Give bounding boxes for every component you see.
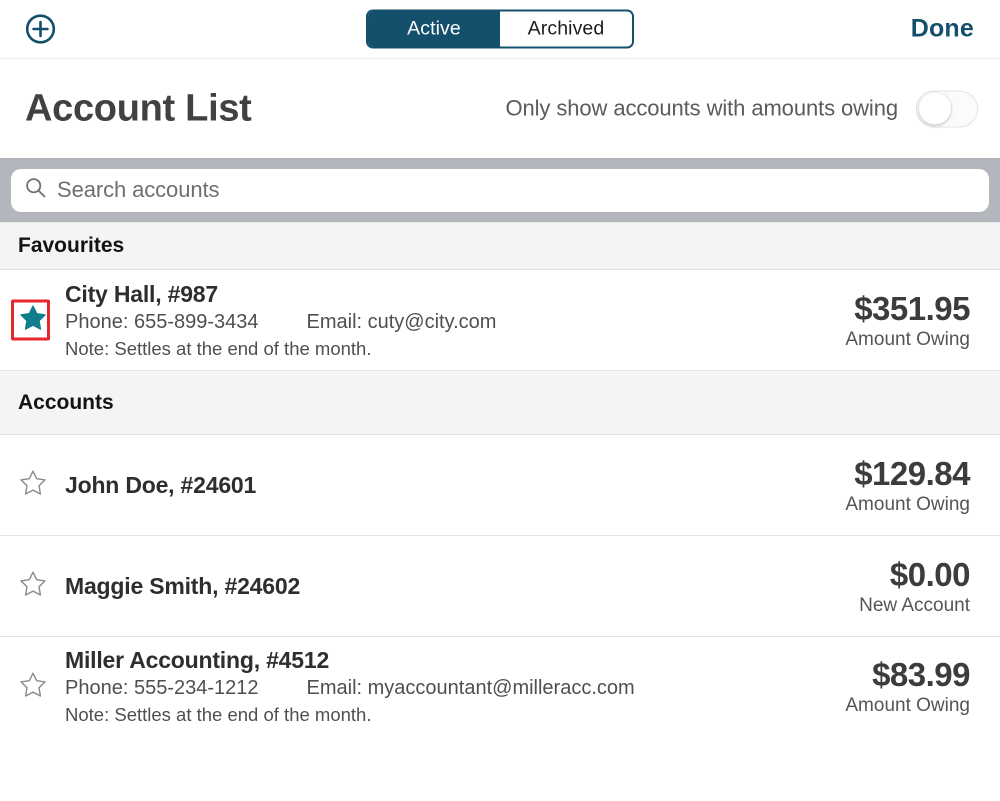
tab-active[interactable]: Active: [368, 11, 500, 47]
search-placeholder-text: Search accounts: [57, 177, 220, 202]
contact-line: Phone: 555-234-1212 Email: myaccountant@…: [65, 677, 760, 700]
account-amount-label: New Account: [859, 594, 970, 616]
table-row[interactable]: John Doe, #24601 $129.84 Amount Owing: [0, 435, 1000, 535]
account-details: Maggie Smith, #24602: [65, 573, 760, 600]
account-amount-label: Amount Owing: [845, 493, 970, 515]
favourite-toggle-miller-accounting[interactable]: [0, 672, 65, 702]
account-amount: $351.95: [854, 289, 970, 327]
account-phone: Phone: 555-234-1212: [65, 677, 259, 699]
favourite-toggle-maggie-smith[interactable]: [0, 571, 65, 601]
amounts-owing-filter[interactable]: Only show accounts with amounts owing: [505, 90, 978, 127]
account-phone: Phone: 655-899-3434: [65, 310, 259, 333]
tab-archived[interactable]: Archived: [500, 11, 632, 47]
table-row[interactable]: Miller Accounting, #4512 Phone: 555-234-…: [0, 636, 1000, 736]
page-title: Account List: [25, 87, 252, 129]
account-name: Maggie Smith, #24602: [65, 572, 301, 599]
done-button[interactable]: Done: [911, 15, 974, 44]
account-details: John Doe, #24601: [65, 472, 760, 499]
account-amount: $0.00: [889, 555, 971, 593]
account-amount: $83.99: [872, 656, 970, 693]
account-name: Miller Accounting, #4512: [65, 647, 330, 673]
plus-circle-icon: [25, 14, 56, 45]
tab-active-label: Active: [407, 17, 461, 40]
star-filled-icon: [19, 305, 46, 335]
section-header-accounts: Accounts: [0, 370, 1000, 435]
toggle-knob: [919, 92, 951, 125]
contact-line: Phone: 655-899-3434 Email: cuty@city.com: [65, 311, 760, 334]
search-input[interactable]: Search accounts: [11, 168, 989, 212]
account-amount-cell: $83.99 Amount Owing: [760, 656, 1000, 717]
amounts-owing-filter-label: Only show accounts with amounts owing: [505, 95, 899, 121]
add-account-button[interactable]: [25, 14, 56, 45]
account-name: City Hall, #987: [65, 280, 218, 307]
table-row[interactable]: Maggie Smith, #24602 $0.00 New Account: [0, 535, 1000, 636]
account-amount-label: Amount Owing: [845, 328, 970, 350]
favourite-toggle-city-hall[interactable]: [0, 299, 65, 341]
amounts-owing-toggle[interactable]: [916, 90, 978, 127]
account-note: Note: Settles at the end of the month.: [65, 337, 372, 359]
section-header-accounts-label: Accounts: [18, 390, 114, 414]
section-header-favourites-label: Favourites: [18, 234, 125, 257]
account-email: Email: cuty@city.com: [306, 310, 497, 333]
tab-archived-label: Archived: [527, 17, 605, 40]
account-email: Email: myaccountant@milleracc.com: [306, 677, 635, 699]
account-details: City Hall, #987 Phone: 655-899-3434 Emai…: [65, 281, 760, 360]
account-amount-cell: $0.00 New Account: [760, 556, 1000, 617]
account-amount-label: Amount Owing: [845, 695, 970, 716]
section-header-favourites: Favourites: [0, 222, 1000, 270]
top-navigation-bar: Active Archived Done: [0, 0, 1000, 59]
star-outline-icon: [19, 470, 46, 500]
account-amount: $129.84: [854, 454, 970, 492]
search-icon: [25, 177, 46, 203]
account-amount-cell: $351.95 Amount Owing: [760, 290, 1000, 351]
favourite-toggle-john-doe[interactable]: [0, 470, 65, 500]
star-outline-icon: [19, 571, 46, 601]
account-list-screen: Active Archived Done Account List Only s…: [0, 0, 1000, 801]
search-bar-container: Search accounts: [0, 158, 1000, 222]
account-note: Note: Settles at the end of the month.: [65, 704, 372, 725]
account-name: John Doe, #24601: [65, 471, 257, 498]
account-amount-cell: $129.84 Amount Owing: [760, 455, 1000, 516]
table-row[interactable]: City Hall, #987 Phone: 655-899-3434 Emai…: [0, 270, 1000, 370]
page-header: Account List Only show accounts with amo…: [0, 59, 1000, 158]
account-details: Miller Accounting, #4512 Phone: 555-234-…: [65, 647, 760, 726]
star-outline-icon: [19, 672, 46, 702]
active-archived-segmented-control[interactable]: Active Archived: [366, 9, 634, 49]
